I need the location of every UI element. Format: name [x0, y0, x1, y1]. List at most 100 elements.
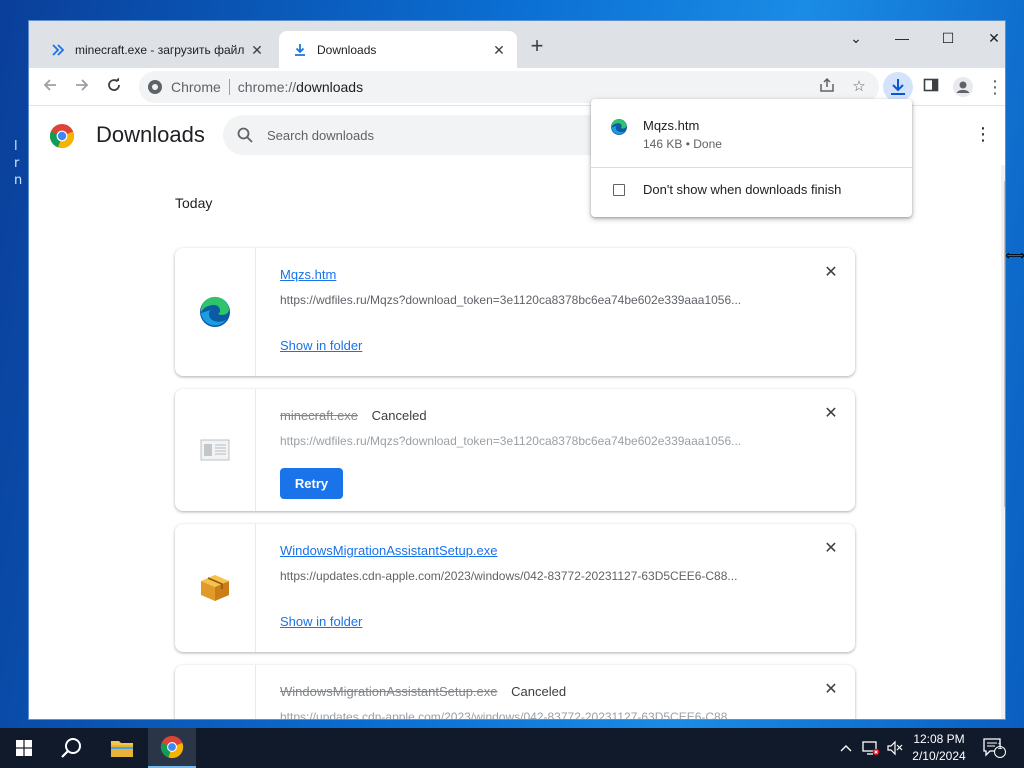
chrome-menu-icon[interactable]: ⋮	[985, 77, 1005, 97]
file-name-link[interactable]: Mqzs.htm	[280, 267, 336, 282]
file-name-row: Mqzs.htm	[280, 267, 336, 282]
action-center-button[interactable]: 1	[982, 728, 1006, 768]
date-header: Today	[175, 195, 213, 211]
close-tab-icon[interactable]: ✕	[249, 42, 265, 58]
resize-cursor-icon: ⟺	[1005, 247, 1024, 263]
reload-icon	[108, 77, 120, 91]
forward-arrow-icon	[76, 79, 89, 91]
show-in-folder-link[interactable]: Show in folder	[280, 614, 362, 629]
status-text: Canceled	[511, 684, 567, 699]
taskbar: 12:08 PM 2/10/2024 1	[0, 728, 1024, 768]
chrome-logo-icon	[49, 124, 75, 149]
bookmark-star-icon[interactable]: ☆	[849, 77, 869, 97]
maximize-button[interactable]: ☐	[933, 26, 963, 50]
dont-show-checkbox[interactable]	[613, 184, 625, 196]
desktop-edge-text: l r n	[14, 139, 23, 188]
installer-box-icon	[201, 575, 229, 601]
tab-search-button[interactable]: ⌄	[841, 26, 871, 50]
file-name-canceled: WindowsMigrationAssistantSetup.exe	[280, 684, 498, 699]
edge-icon	[200, 296, 230, 327]
clock-date: 2/10/2024	[912, 749, 966, 763]
file-name-row: WindowsMigrationAssistantSetup.exe	[280, 543, 498, 558]
file-url[interactable]: https://updates.cdn-apple.com/2023/windo…	[280, 569, 780, 583]
back-arrow-icon	[43, 79, 56, 91]
file-url[interactable]: https://wdfiles.ru/Mqzs?download_token=3…	[280, 293, 780, 307]
page-scrollbar[interactable]: ▲ ▼	[1001, 165, 1005, 719]
chrome-site-icon	[148, 80, 162, 94]
remove-item-icon[interactable]: ✕	[823, 541, 839, 557]
double-chevron-icon	[52, 43, 65, 56]
tab-minecraft[interactable]: minecraft.exe - загрузить файл ✕	[37, 31, 275, 68]
file-name-link[interactable]: WindowsMigrationAssistantSetup.exe	[280, 543, 498, 558]
search-taskbar-button[interactable]	[48, 728, 96, 768]
file-icon-cell	[175, 665, 256, 719]
page-title: Downloads	[96, 122, 205, 147]
download-bubble: Mqzs.htm 146 KB • Done Don't show when d…	[591, 99, 912, 217]
show-hidden-icons-button[interactable]	[840, 728, 852, 768]
site-label: Chrome	[171, 79, 221, 95]
download-icon	[891, 79, 905, 95]
reload-button[interactable]	[101, 74, 127, 100]
search-icon	[61, 738, 81, 758]
profile-avatar-icon[interactable]	[953, 77, 973, 97]
forward-button[interactable]	[69, 74, 95, 100]
download-item: minecraft.exe Canceled https://wdfiles.r…	[175, 389, 855, 511]
bubble-divider	[591, 167, 912, 168]
remove-item-icon[interactable]: ✕	[823, 406, 839, 422]
chrome-taskbar-button[interactable]	[148, 728, 196, 768]
start-button[interactable]	[0, 728, 48, 768]
notification-count: 1	[997, 741, 1003, 751]
volume-muted-icon[interactable]	[886, 728, 904, 768]
scroll-thumb[interactable]	[1004, 181, 1005, 507]
share-icon[interactable]	[817, 77, 837, 97]
download-item: WindowsMigrationAssistantSetup.exe https…	[175, 524, 855, 652]
retry-button[interactable]: Retry	[280, 468, 343, 499]
file-name-canceled: minecraft.exe	[280, 408, 359, 423]
generic-file-icon	[200, 439, 230, 461]
taskbar-clock[interactable]: 12:08 PM 2/10/2024	[908, 731, 970, 765]
chrome-logo-icon	[160, 735, 184, 759]
downloads-button[interactable]	[883, 72, 913, 102]
network-icon[interactable]	[862, 728, 880, 768]
dont-show-label[interactable]: Don't show when downloads finish	[643, 182, 841, 197]
page-menu-icon[interactable]: ⋮	[973, 124, 993, 148]
remove-item-icon[interactable]: ✕	[823, 682, 839, 698]
url-scheme: chrome://	[237, 79, 297, 95]
new-tab-button[interactable]: +	[527, 35, 547, 59]
file-url[interactable]: https://wdfiles.ru/Mqzs?download_token=3…	[280, 434, 780, 448]
status-text: Canceled	[371, 408, 427, 423]
back-button[interactable]	[37, 74, 63, 100]
file-explorer-taskbar-button[interactable]	[98, 728, 146, 768]
scroll-up-arrow-icon[interactable]: ▲	[1003, 167, 1005, 179]
side-panel-icon[interactable]	[921, 77, 941, 97]
tab-strip: minecraft.exe - загрузить файл ✕ Downloa…	[29, 21, 1005, 68]
bubble-file-status: 146 KB • Done	[643, 137, 722, 151]
file-icon-cell	[175, 524, 256, 652]
file-icon-cell	[175, 248, 256, 376]
bubble-file-name[interactable]: Mqzs.htm	[643, 118, 699, 133]
tab-downloads[interactable]: Downloads ✕	[279, 31, 517, 68]
show-in-folder-link[interactable]: Show in folder	[280, 338, 362, 353]
windows-logo-icon	[16, 740, 32, 756]
close-tab-icon[interactable]: ✕	[491, 42, 507, 58]
url-text: chrome://downloads	[238, 79, 363, 95]
tab-title: minecraft.exe - загрузить файл	[75, 42, 245, 57]
scroll-down-arrow-icon[interactable]: ▼	[1003, 705, 1005, 717]
download-item: Mqzs.htm https://wdfiles.ru/Mqzs?downloa…	[175, 248, 855, 376]
file-url[interactable]: https://updates.cdn-apple.com/2023/windo…	[280, 710, 780, 719]
edge-icon	[611, 118, 627, 135]
chevron-up-icon	[840, 745, 852, 752]
download-icon	[295, 43, 305, 56]
tab-title: Downloads	[317, 42, 377, 57]
download-item: WindowsMigrationAssistantSetup.exe Cance…	[175, 665, 855, 719]
folder-icon	[111, 741, 133, 757]
url-host: downloads	[296, 79, 364, 95]
clock-time: 12:08 PM	[913, 732, 965, 746]
close-window-button[interactable]: ✕	[979, 26, 1005, 50]
search-icon	[237, 127, 253, 143]
minimize-button[interactable]: —	[887, 26, 917, 50]
file-name-row: minecraft.exe Canceled	[280, 408, 427, 423]
remove-item-icon[interactable]: ✕	[823, 265, 839, 281]
file-icon-cell	[175, 389, 256, 511]
file-name-row: WindowsMigrationAssistantSetup.exe Cance…	[280, 684, 566, 699]
